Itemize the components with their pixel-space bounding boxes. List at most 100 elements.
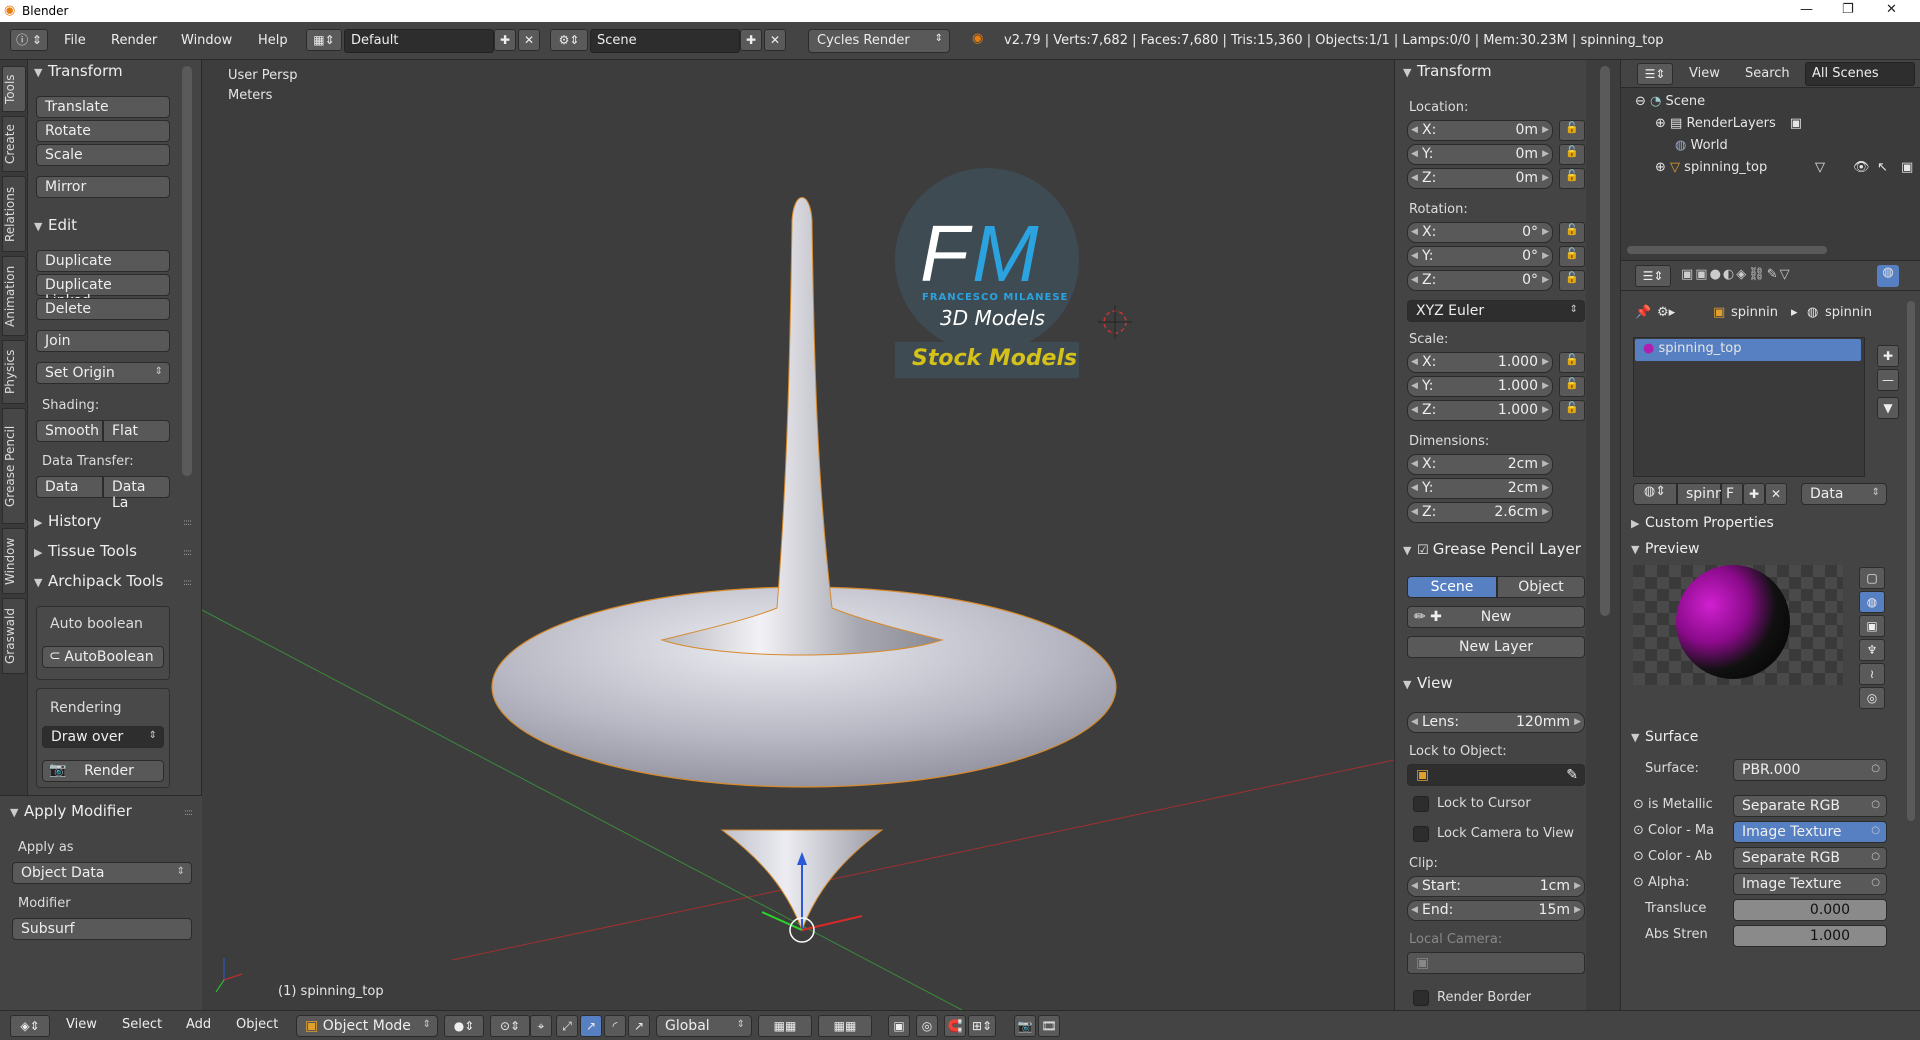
toolshelf-scrollbar[interactable]	[182, 66, 192, 476]
layers-grid-b[interactable]: ▦▦	[818, 1015, 872, 1037]
dimension-z-field[interactable]: ◀ Z: 2.6cm ▶	[1407, 502, 1553, 523]
menu-file[interactable]: File	[64, 33, 86, 48]
properties-editor-icon[interactable]: ☰⇕	[1635, 265, 1671, 287]
tab-tools[interactable]: Tools	[2, 66, 26, 112]
grip-icon[interactable]: ::::	[183, 548, 192, 558]
expand-toggle-icon[interactable]: ⊕	[1655, 160, 1670, 175]
fake-user-toggle[interactable]: F	[1721, 483, 1743, 505]
lock-icon[interactable]: 🔓	[1559, 400, 1585, 421]
apply-as-select[interactable]: Object Data ⇕	[12, 862, 192, 884]
menu-render[interactable]: Render	[111, 33, 157, 48]
tab-animation[interactable]: Animation	[2, 256, 26, 336]
location-x-field[interactable]: ◀ X: 0m ▶	[1407, 120, 1553, 141]
clip-start-field[interactable]: ◀ Start: 1cm ▶	[1407, 876, 1585, 897]
is-metallic-input[interactable]: Separate RGB ○	[1733, 795, 1887, 817]
rotation-mode-select[interactable]: XYZ Euler ⇕	[1407, 300, 1585, 322]
lock-layers-icon[interactable]: ▣	[888, 1015, 910, 1037]
cursor-select-icon[interactable]: ↖	[1877, 160, 1888, 175]
render-layer-icon[interactable]: ▣	[1790, 116, 1802, 131]
enable-checkbox[interactable]: ☑	[1417, 543, 1433, 558]
breadcrumb-material[interactable]: spinnin	[1825, 305, 1872, 320]
editor-type-3d-icon[interactable]: ◈⇕	[10, 1015, 50, 1037]
socket-color-ma[interactable]: ⊙ Color - Ma	[1633, 823, 1714, 838]
dimension-y-field[interactable]: ◀ Y: 2cm ▶	[1407, 478, 1553, 499]
transform-orientation-select[interactable]: Global ⇕	[656, 1015, 752, 1037]
data-transfer-button[interactable]: Data	[36, 476, 103, 498]
lock-icon[interactable]: 🔓	[1559, 120, 1585, 141]
lock-icon[interactable]: 🔓	[1559, 144, 1585, 165]
modifier-field[interactable]: Subsurf	[12, 918, 192, 940]
scale-z-field[interactable]: ◀ Z: 1.000 ▶	[1407, 400, 1553, 421]
pivot-point-icon[interactable]: ⊙⇕	[490, 1015, 530, 1037]
location-y-field[interactable]: ◀ Y: 0m ▶	[1407, 144, 1553, 165]
menu-select[interactable]: Select	[122, 1017, 162, 1032]
scene-field[interactable]: Scene	[590, 29, 740, 53]
render-camera-icon[interactable]: ▣	[1901, 160, 1913, 175]
edit-panel-header[interactable]: ▼ Edit	[34, 216, 77, 234]
npanel-scrollbar[interactable]	[1600, 66, 1610, 616]
draw-over-select[interactable]: Draw over ⇕	[42, 726, 164, 748]
menu-object[interactable]: Object	[236, 1017, 278, 1032]
socket-color-ab[interactable]: ⊙ Color - Ab	[1633, 849, 1712, 864]
alpha-input[interactable]: Image Texture ○	[1733, 873, 1887, 895]
tab-physics[interactable]: Physics	[2, 340, 26, 404]
material-tab-icon[interactable]: ◍	[1877, 265, 1899, 287]
render-engine-select[interactable]: Cycles Render ⇕	[808, 29, 950, 53]
material-name-field[interactable]: spinni	[1677, 483, 1728, 505]
combined-manipulator-icon[interactable]: ↗	[628, 1015, 650, 1037]
lock-object-field[interactable]: ▣ ✎	[1407, 764, 1585, 786]
render-still-icon[interactable]: 📷	[1014, 1015, 1036, 1037]
apply-modifier-header[interactable]: ▼ Apply Modifier	[10, 802, 132, 820]
tab-graswald[interactable]: Graswald	[2, 598, 26, 674]
lock-camera-checkbox[interactable]	[1413, 826, 1429, 842]
outliner-editor-icon[interactable]: ☰⇕	[1637, 63, 1673, 85]
clip-end-field[interactable]: ◀ End: 15m ▶	[1407, 900, 1585, 921]
rotation-y-field[interactable]: ◀ Y: 0° ▶	[1407, 246, 1553, 267]
color-ma-input[interactable]: Image Texture ○	[1733, 821, 1887, 843]
screen-layout-icon[interactable]: ▦⇕	[306, 29, 342, 51]
lock-icon[interactable]: 🔓	[1559, 222, 1585, 243]
grip-icon[interactable]: ::::	[183, 578, 192, 588]
browse-material-icon[interactable]: ◍⇕	[1633, 483, 1677, 505]
outliner-search-menu[interactable]: Search	[1745, 66, 1790, 81]
material-slot-item[interactable]: ● spinning_top	[1635, 339, 1861, 361]
translate-manipulator-icon[interactable]: ⤢	[556, 1015, 578, 1037]
scene-icon[interactable]: ⚙⇕	[550, 29, 588, 51]
rotation-x-field[interactable]: ◀ X: 0° ▶	[1407, 222, 1553, 243]
duplicate-linked-button[interactable]: Duplicate Linked	[36, 274, 170, 309]
outliner-display-mode[interactable]: All Scenes	[1805, 62, 1915, 86]
surface-shader-select[interactable]: PBR.000 ○	[1733, 759, 1887, 781]
socket-is-metallic[interactable]: ⊙ is Metallic	[1633, 797, 1713, 812]
remove-scene-icon[interactable]: ✕	[764, 29, 786, 51]
outliner-row-renderlayers[interactable]: ⊕ ▤ RenderLayers ▣	[1655, 116, 1802, 131]
rotation-z-field[interactable]: ◀ Z: 0° ▶	[1407, 270, 1553, 291]
outliner-row-scene[interactable]: ⊖ ◔ Scene	[1635, 94, 1705, 109]
interaction-mode-select[interactable]: ▣ Object Mode ⇕	[296, 1015, 438, 1037]
grease-pencil-layer-header[interactable]: ▼ ☑ Grease Pencil Layer	[1403, 540, 1581, 558]
translate-button[interactable]: Translate	[36, 96, 170, 118]
tab-create[interactable]: Create	[2, 116, 26, 172]
editor-type-info-icon[interactable]: ⓘ ⇕	[10, 29, 48, 51]
expand-toggle-icon[interactable]: ⊕	[1655, 116, 1670, 131]
preview-sphere-icon[interactable]: ◍	[1859, 591, 1885, 613]
collapse-toggle-icon[interactable]: ⊖	[1635, 94, 1650, 109]
lock-icon[interactable]: 🔓	[1559, 270, 1585, 291]
join-button[interactable]: Join	[36, 330, 170, 352]
transform-panel-header[interactable]: ▼ Transform	[34, 62, 123, 80]
grip-icon[interactable]: ::::	[183, 518, 192, 528]
render-button[interactable]: 📷 Render	[42, 760, 164, 782]
color-ab-input[interactable]: Separate RGB ○	[1733, 847, 1887, 869]
mirror-button[interactable]: Mirror	[36, 176, 170, 198]
breadcrumb-object[interactable]: spinnin	[1731, 305, 1778, 320]
socket-alpha[interactable]: ⊙ Alpha:	[1633, 875, 1689, 890]
menu-add[interactable]: Add	[186, 1017, 211, 1032]
link-data-select[interactable]: Data ⇕	[1801, 483, 1887, 505]
eyedropper-icon[interactable]: ✎	[1566, 767, 1578, 783]
tab-window[interactable]: Window	[2, 528, 26, 594]
maximize-icon[interactable]: ❐	[1842, 2, 1854, 17]
rotate-manipulator-icon[interactable]: ↗	[580, 1015, 602, 1037]
manipulator-toggle-icon[interactable]: ⌖	[530, 1015, 552, 1037]
duplicate-button[interactable]: Duplicate	[36, 250, 170, 272]
snap-toggle-icon[interactable]: 🧲	[944, 1015, 966, 1037]
layers-grid-a[interactable]: ▦▦	[758, 1015, 812, 1037]
